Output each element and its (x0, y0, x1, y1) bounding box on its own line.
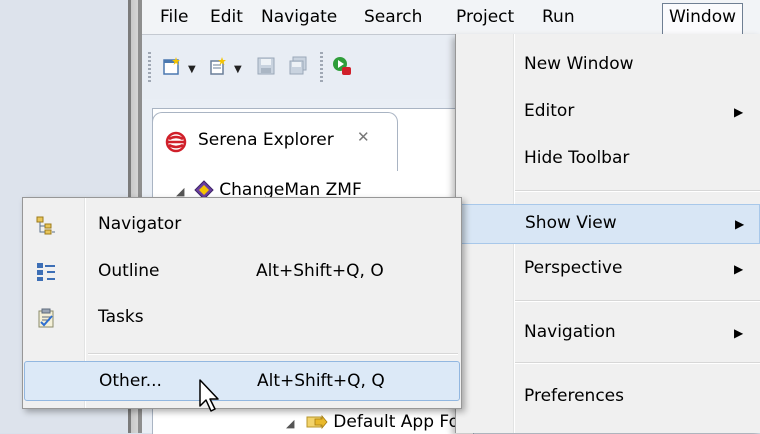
menu-separator (515, 190, 760, 192)
menu-file[interactable]: File (154, 4, 194, 30)
save-icon[interactable] (256, 56, 276, 76)
toolbar-grip[interactable] (148, 52, 151, 82)
save-all-icon[interactable] (288, 56, 308, 76)
menu-item-label: Preferences (524, 386, 624, 406)
mouse-pointer-icon (199, 379, 219, 412)
run-stop-icon[interactable] (332, 56, 352, 76)
menu-project[interactable]: Project (450, 4, 520, 30)
submenu-arrow-icon: ▶ (735, 217, 745, 231)
menu-window[interactable]: Window (662, 3, 744, 35)
submenu-item-other[interactable]: Other... Alt+Shift+Q, Q (24, 361, 460, 401)
new-dropdown-arrow[interactable]: ▼ (188, 64, 196, 75)
new-file-icon[interactable] (162, 56, 182, 76)
submenu-arrow-icon: ▶ (734, 262, 744, 276)
folder-arrow-icon (306, 414, 328, 430)
menu-item-preferences[interactable]: Preferences (456, 378, 760, 418)
menu-item-label: Hide Toolbar (524, 148, 630, 168)
menu-item-label: Editor (524, 101, 575, 121)
serena-logo-icon (165, 131, 187, 153)
main-toolbar: ▼ ▼ (142, 35, 462, 99)
tab-label: Serena Explorer (198, 130, 334, 150)
new-project-dropdown-arrow[interactable]: ▼ (234, 64, 242, 75)
menu-navigate[interactable]: Navigate (255, 4, 343, 30)
menu-item-label: Perspective (524, 258, 623, 278)
submenu-item-label: Outline (98, 261, 160, 281)
menu-bar: File Edit Navigate Search Project Run Wi… (142, 0, 760, 35)
close-icon[interactable]: ✕ (357, 128, 370, 146)
submenu-arrow-icon: ▶ (734, 326, 744, 340)
expand-arrow-icon[interactable]: ◢ (286, 417, 294, 430)
menu-item-label: Show View (525, 213, 617, 233)
submenu-item-tasks[interactable]: Tasks (24, 298, 460, 338)
menu-item-label: New Window (524, 54, 634, 74)
submenu-arrow-icon: ▶ (734, 105, 744, 119)
tasks-icon (38, 308, 54, 328)
menu-item-hide-toolbar[interactable]: Hide Toolbar (456, 140, 760, 180)
menu-run[interactable]: Run (536, 4, 581, 30)
submenu-item-label: Other... (99, 371, 162, 391)
menu-item-new-window[interactable]: New Window (456, 46, 760, 86)
menu-item-editor[interactable]: Editor ▶ (456, 93, 760, 133)
toolbar-grip-2[interactable] (320, 52, 323, 82)
submenu-item-outline[interactable]: Outline Alt+Shift+Q, O (24, 252, 460, 292)
menu-item-show-view[interactable]: Show View ▶ (456, 204, 760, 244)
shortcut-label: Alt+Shift+Q, O (256, 261, 384, 281)
menu-item-perspective[interactable]: Perspective ▶ (456, 250, 760, 290)
menu-search[interactable]: Search (358, 4, 428, 30)
menu-separator (515, 300, 760, 302)
submenu-item-label: Navigator (98, 214, 182, 234)
new-project-icon[interactable] (208, 56, 228, 76)
navigator-icon (36, 216, 55, 235)
submenu-item-navigator[interactable]: Navigator (24, 205, 460, 245)
outline-icon (37, 263, 55, 281)
submenu-item-label: Tasks (98, 307, 144, 327)
menu-separator (515, 362, 760, 364)
menu-edit[interactable]: Edit (204, 4, 249, 30)
menu-item-label: Navigation (524, 322, 616, 342)
submenu-separator (88, 353, 458, 355)
shortcut-label: Alt+Shift+Q, Q (257, 371, 385, 391)
menu-item-navigation[interactable]: Navigation ▶ (456, 314, 760, 354)
